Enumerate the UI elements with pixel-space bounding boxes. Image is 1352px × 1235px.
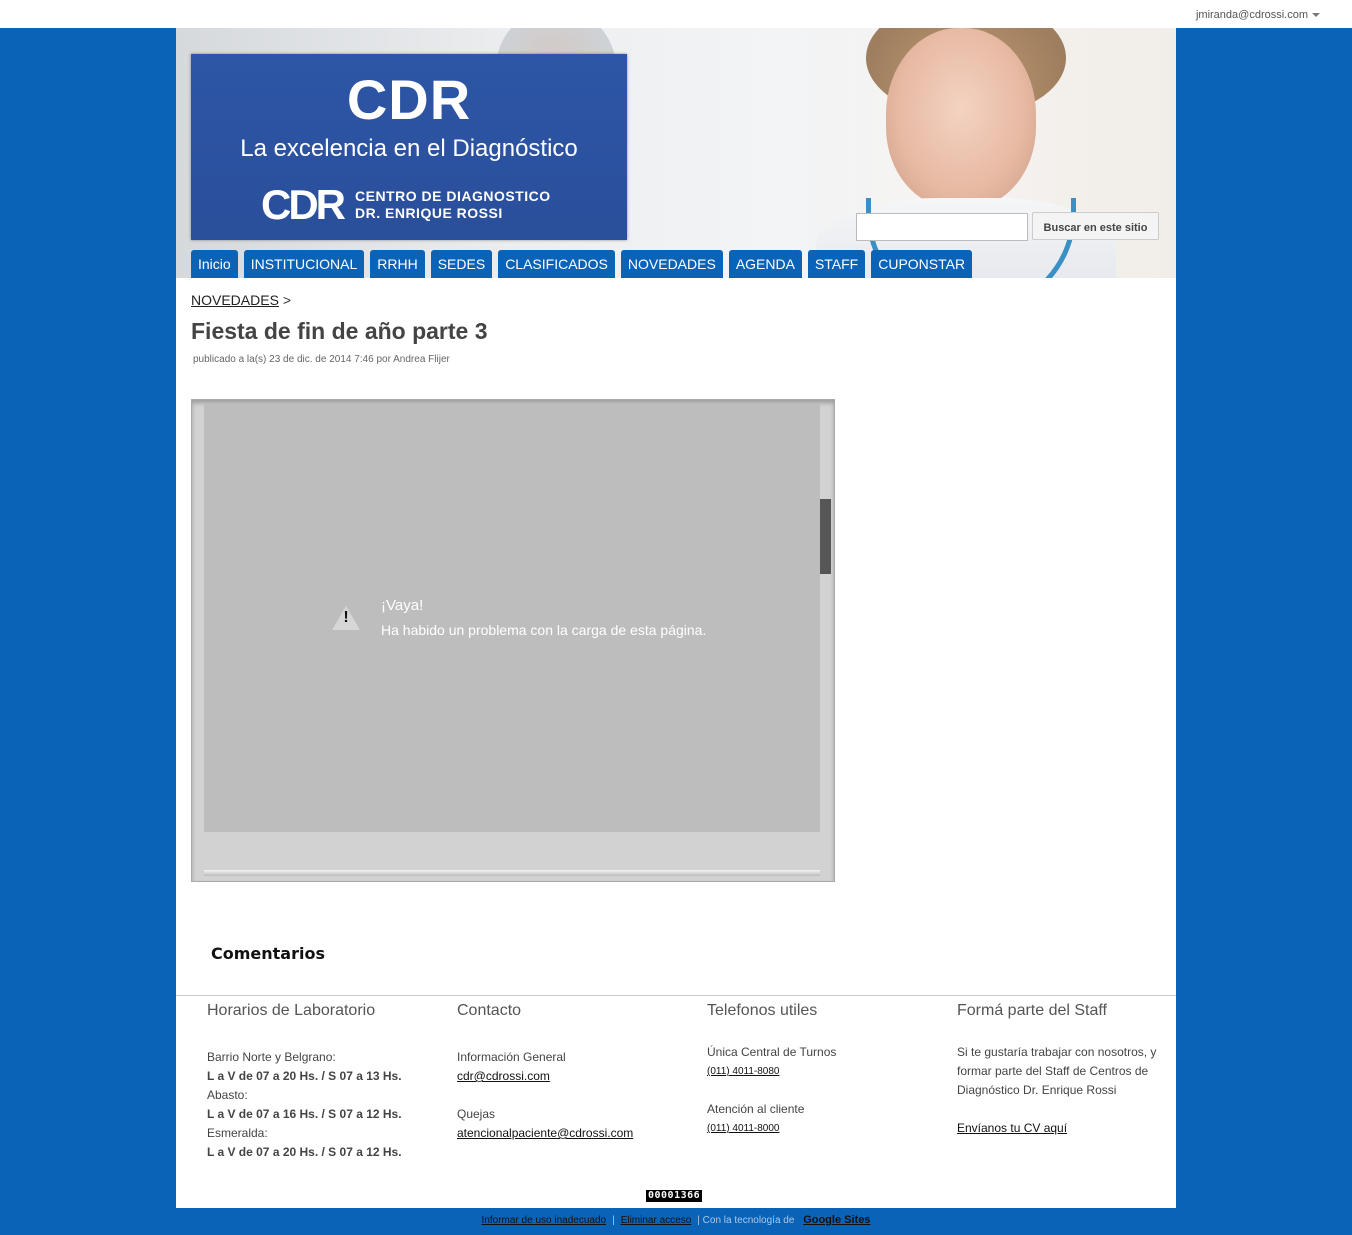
horizontal-scrollbar[interactable] [204, 870, 820, 876]
search-button[interactable]: Buscar en este sitio [1032, 212, 1159, 240]
nav-tab-staff[interactable]: STAFF [807, 250, 866, 278]
nav-tab-rrhh[interactable]: RRHH [370, 250, 425, 278]
account-email: jmiranda@cdrossi.com [1195, 9, 1308, 21]
nav-tab-institucional[interactable]: INSTITUCIONAL [243, 250, 365, 278]
chevron-down-icon [1312, 13, 1320, 18]
warning-exclamation: ! [343, 609, 349, 626]
logo-org-name: CENTRO DE DIAGNOSTICO DR. ENRIQUE ROSSI [355, 188, 551, 222]
telefonos-turnos-label: Única Central de Turnos [707, 1045, 837, 1059]
telefonos-turnos-phone[interactable]: (011) 4011-8080 [707, 1066, 779, 1077]
nav-tab-novedades[interactable]: NOVEDADES [620, 250, 723, 278]
staff-cv-link[interactable]: Envíanos tu CV aquí [957, 1121, 1067, 1135]
main-nav: Inicio INSTITUCIONAL RRHH SEDES CLASIFIC… [191, 250, 973, 278]
logo-org: CDR CENTRO DE DIAGNOSTICO DR. ENRIQUE RO… [261, 182, 551, 228]
staff-title: Formá parte del Staff [957, 1002, 1107, 1019]
horarios-loc3: Esmeralda: [207, 1126, 268, 1140]
page-title: Fiesta de fin de año parte 3 [191, 318, 488, 344]
footer-horarios: Horarios de Laboratorio Barrio Norte y B… [207, 1000, 427, 1162]
horarios-hours1: L a V de 07 a 20 Hs. / S 07 a 13 Hs. [207, 1069, 402, 1083]
breadcrumb-novedades-link[interactable]: NOVEDADES [191, 292, 279, 308]
footer-divider [176, 995, 1176, 996]
footer-telefonos: Telefonos utiles Única Central de Turnos… [707, 1000, 927, 1138]
contacto-quejas-email[interactable]: atencionalpaciente@cdrossi.com [457, 1126, 633, 1140]
comments-heading: Comentarios [211, 944, 325, 963]
horarios-loc2: Abasto: [207, 1088, 248, 1102]
logo-tagline: La excelencia en el Diagnóstico [240, 135, 578, 162]
site-logo[interactable]: CDR La excelencia en el Diagnóstico CDR … [191, 54, 627, 240]
breadcrumb: NOVEDADES > [191, 292, 291, 308]
site-footer: Informar de uso inadecuado | Eliminar acce… [481, 1214, 871, 1226]
logo-mark: CDR [261, 181, 346, 228]
logo-org-line2: DR. ENRIQUE ROSSI [355, 205, 503, 221]
telefonos-cliente-phone[interactable]: (011) 4011-8000 [707, 1123, 779, 1134]
staff-text: Si te gustaría trabajar con nosotros, y … [957, 1045, 1157, 1097]
banner-photo-face [886, 28, 1036, 208]
remove-access-link[interactable]: Eliminar acceso [621, 1215, 692, 1226]
logo-title: CDR [346, 68, 472, 131]
horarios-loc1: Barrio Norte y Belgrano: [207, 1050, 336, 1064]
account-menu[interactable]: jmiranda@cdrossi.com [1196, 9, 1320, 21]
nav-tab-inicio[interactable]: Inicio [191, 250, 238, 278]
google-sites-link[interactable]: Google Sites [803, 1214, 870, 1226]
contacto-title: Contacto [457, 1002, 522, 1019]
contacto-quejas-label: Quejas [457, 1107, 496, 1121]
logo-org-line1: CENTRO DE DIAGNOSTICO [355, 188, 551, 204]
telefonos-cliente-label: Atención al cliente [707, 1102, 805, 1116]
nav-tab-clasificados[interactable]: CLASIFICADOS [498, 250, 615, 278]
nav-tab-sedes[interactable]: SEDES [430, 250, 493, 278]
error-message: Ha habido un problema con la carga de es… [381, 622, 707, 638]
page-container: CDR La excelencia en el Diagnóstico CDR … [176, 28, 1176, 1208]
horarios-hours3: L a V de 07 a 20 Hs. / S 07 a 12 Hs. [207, 1145, 402, 1159]
horarios-hours2: L a V de 07 a 16 Hs. / S 07 a 12 Hs. [207, 1107, 402, 1121]
header-banner: CDR La excelencia en el Diagnóstico CDR … [176, 28, 1176, 278]
search-input[interactable] [856, 213, 1028, 241]
embed-viewport: ! ¡Vaya! Ha habido un problema con la ca… [204, 404, 820, 832]
contacto-info-email[interactable]: cdr@cdrossi.com [457, 1069, 550, 1083]
vertical-scrollbar-thumb[interactable] [820, 499, 831, 574]
breadcrumb-separator: > [282, 292, 291, 308]
powered-by-text: Con la tecnología de [702, 1215, 795, 1226]
visit-counter: 00001366 [646, 1190, 703, 1202]
horarios-title: Horarios de Laboratorio [207, 1002, 376, 1019]
nav-tab-agenda[interactable]: AGENDA [728, 250, 802, 278]
contacto-info-label: Información General [457, 1050, 566, 1064]
post-meta: publicado a la(s) 23 de dic. de 2014 7:4… [193, 354, 450, 365]
top-bar: jmiranda@cdrossi.com [0, 0, 1352, 28]
error-title: ¡Vaya! [381, 597, 424, 614]
footer-contacto: Contacto Información General cdr@cdrossi… [457, 1000, 677, 1143]
footer-staff: Formá parte del Staff Si te gustaría tra… [957, 1000, 1167, 1138]
report-abuse-link[interactable]: Informar de uso inadecuado [482, 1215, 607, 1226]
nav-tab-cuponstar[interactable]: CUPONSTAR [871, 250, 973, 278]
telefonos-title: Telefonos utiles [707, 1002, 818, 1019]
embedded-content-frame[interactable]: ! ¡Vaya! Ha habido un problema con la ca… [191, 399, 835, 882]
